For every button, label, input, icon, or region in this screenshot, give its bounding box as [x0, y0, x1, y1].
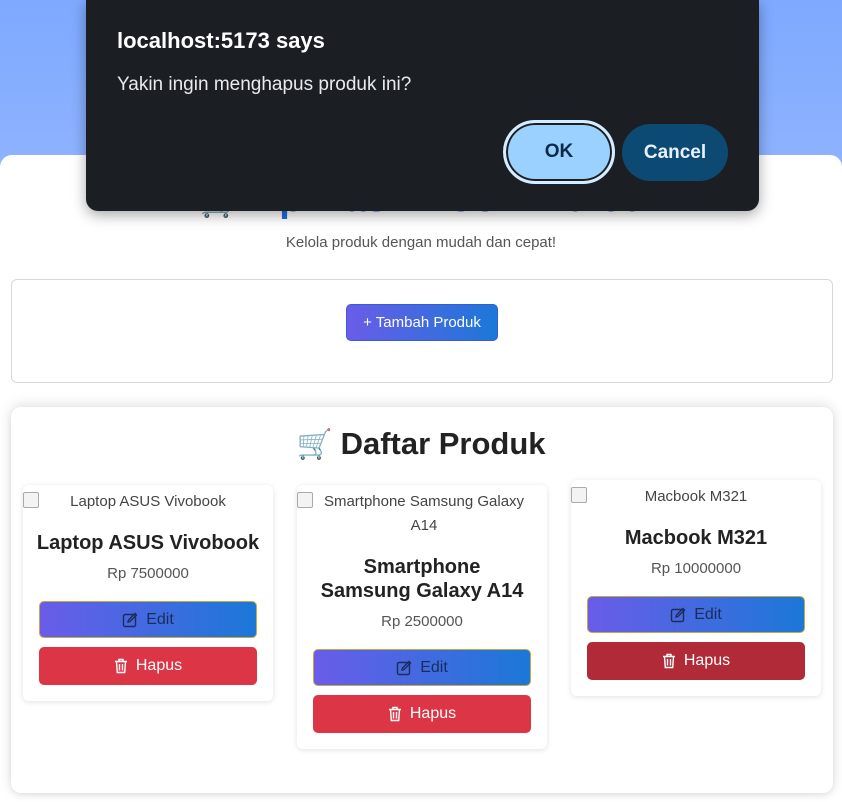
edit-icon	[671, 607, 686, 622]
product-price: Rp 2500000	[381, 613, 463, 630]
broken-image-icon	[23, 492, 39, 508]
edit-icon	[397, 660, 412, 675]
broken-image-icon	[571, 487, 587, 503]
edit-button[interactable]: Edit	[313, 649, 531, 686]
dialog-title: localhost:5173 says	[117, 28, 325, 53]
cancel-button[interactable]: Cancel	[622, 124, 728, 181]
product-name: Laptop ASUS Vivobook	[36, 532, 260, 554]
product-card: Smartphone Samsung Galaxy A14 Smartphone…	[297, 485, 547, 749]
dialog-message: Yakin ingin menghapus produk ini?	[117, 74, 412, 95]
confirm-dialog: localhost:5173 says Yakin ingin menghapu…	[86, 0, 759, 211]
ok-button[interactable]: OK	[503, 120, 615, 184]
trash-icon	[388, 706, 401, 722]
delete-button[interactable]: Hapus	[39, 647, 257, 685]
product-image-alt: Macbook M321	[644, 488, 748, 505]
product-card: Macbook M321 Macbook M321 Rp 10000000 Ed…	[571, 480, 821, 696]
product-image: Laptop ASUS Vivobook	[23, 490, 273, 514]
product-name: Smartphone Samsung Galaxy A14	[320, 556, 524, 602]
delete-label: Hapus	[409, 705, 457, 722]
delete-label: Hapus	[683, 652, 731, 669]
product-list-title: 🛒 Daftar Produk	[0, 426, 842, 462]
edit-label: Edit	[694, 605, 722, 623]
product-name: Macbook M321	[624, 527, 768, 549]
broken-image-icon	[297, 492, 313, 508]
edit-button[interactable]: Edit	[39, 601, 257, 638]
add-product-button[interactable]: + Tambah Produk	[346, 304, 498, 341]
cart-icon: 🛒	[296, 429, 333, 461]
product-image-alt: Laptop ASUS Vivobook	[70, 493, 226, 510]
product-image-alt: Smartphone Samsung Galaxy A14	[323, 493, 525, 534]
edit-icon	[123, 612, 138, 627]
trash-icon	[662, 653, 675, 669]
edit-label: Edit	[146, 610, 174, 628]
product-card: Laptop ASUS Vivobook Laptop ASUS Vivoboo…	[23, 485, 273, 701]
delete-button[interactable]: Hapus	[313, 695, 531, 733]
product-image: Smartphone Samsung Galaxy A14	[297, 490, 547, 538]
delete-button[interactable]: Hapus	[587, 642, 805, 680]
app-subtitle: Kelola produk dengan mudah dan cepat!	[285, 234, 557, 251]
product-price: Rp 10000000	[650, 560, 742, 577]
product-image: Macbook M321	[571, 485, 821, 509]
product-list-title-text: Daftar Produk	[340, 426, 546, 461]
edit-label: Edit	[420, 658, 448, 676]
trash-icon	[114, 658, 127, 674]
edit-button[interactable]: Edit	[587, 596, 805, 633]
product-price: Rp 7500000	[107, 565, 189, 582]
delete-label: Hapus	[135, 657, 183, 674]
